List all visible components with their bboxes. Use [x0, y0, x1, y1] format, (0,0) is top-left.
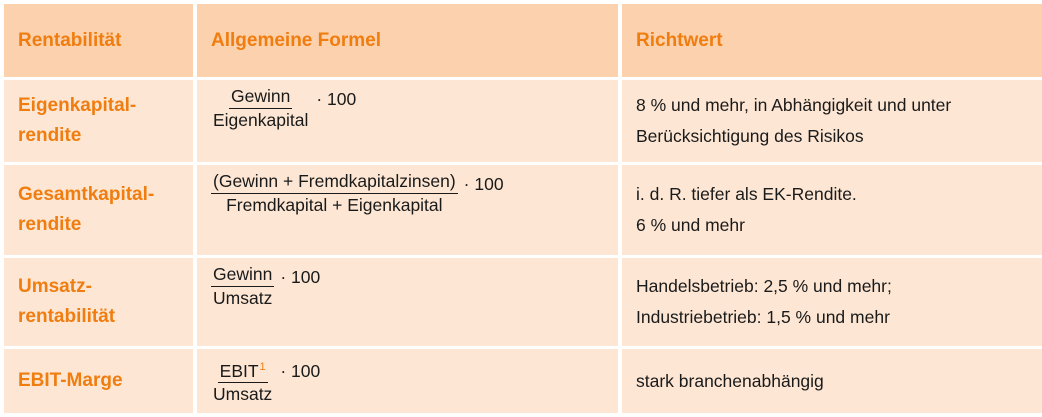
ebit-label: EBIT: [219, 360, 259, 381]
table-row-formula-cell: EBIT1 Umsatz · 100: [197, 346, 618, 413]
fraction-numerator: EBIT1: [217, 357, 268, 384]
table-row-formula-cell: Gewinn Eigenkapital · 100: [197, 77, 618, 162]
header-label-rentabilitaet: Rentabilität: [18, 29, 122, 51]
table-row-richtwert-cell: stark branchenabhängig: [622, 346, 1042, 413]
fraction: (Gewinn + Fremdkapitalzinsen) Fremdkapit…: [211, 171, 458, 216]
header-cell-formel: Allgemeine Formel: [197, 4, 618, 77]
table-row-richtwert-cell: Handelsbetrieb: 2,5 % und mehr; Industri…: [622, 255, 1042, 346]
multiplier: · 100: [316, 89, 357, 109]
metric-name: EBIT-Marge: [18, 370, 123, 391]
table-row-richtwert-cell: i. d. R. tiefer als EK-Rendite. 6 % und …: [622, 162, 1042, 255]
table-row-richtwert-cell: 8 % und mehr, in Abhängigkeit und unter …: [622, 77, 1042, 162]
richtwert-text: 8 % und mehr, in Abhängigkeit und unter …: [636, 95, 952, 146]
fraction-numerator: (Gewinn + Fremdkapitalzinsen): [211, 171, 458, 194]
formula: EBIT1 Umsatz · 100: [211, 357, 320, 406]
fraction: Gewinn Umsatz: [211, 264, 275, 309]
fraction: EBIT1 Umsatz: [211, 357, 274, 406]
fraction-denominator: Fremdkapital + Eigenkapital: [226, 195, 443, 215]
formula: Gewinn Eigenkapital · 100: [211, 86, 356, 131]
richtwert-text: stark branchenabhängig: [636, 370, 824, 391]
fraction: Gewinn Eigenkapital: [211, 86, 310, 131]
table-row-name-cell: Umsatz- rentabilität: [4, 255, 193, 346]
fraction-denominator: Umsatz: [213, 384, 273, 405]
header-label-formel: Allgemeine Formel: [211, 29, 381, 51]
rentabilitaet-table: Rentabilität Allgemeine Formel Richtwert…: [4, 4, 1042, 413]
fraction-numerator: Gewinn: [211, 264, 275, 287]
header-cell-richtwert: Richtwert: [622, 4, 1042, 77]
table-row-name-cell: Gesamtkapital- rendite: [4, 162, 193, 255]
richtwert-text: Handelsbetrieb: 2,5 % und mehr; Industri…: [636, 276, 892, 327]
formula: Gewinn Umsatz · 100: [211, 264, 320, 309]
formula: (Gewinn + Fremdkapitalzinsen) Fremdkapit…: [211, 171, 504, 216]
table-row-name-cell: EBIT-Marge: [4, 346, 193, 413]
fraction-denominator: Umsatz: [213, 288, 273, 308]
richtwert-text: i. d. R. tiefer als EK-Rendite. 6 % und …: [636, 184, 857, 235]
table-row-name-cell: Eigenkapital- rendite: [4, 77, 193, 162]
fraction-numerator: Gewinn: [229, 86, 293, 109]
table-row-formula-cell: Gewinn Umsatz · 100: [197, 255, 618, 346]
header-cell-rentabilitaet: Rentabilität: [4, 4, 193, 77]
multiplier: · 100: [280, 267, 321, 287]
metric-name: Gesamtkapital- rendite: [18, 184, 155, 235]
header-label-richtwert: Richtwert: [636, 29, 723, 51]
metric-name: Eigenkapital- rendite: [18, 95, 137, 146]
multiplier: · 100: [463, 174, 504, 194]
metric-name: Umsatz- rentabilität: [18, 276, 116, 327]
table-row-formula-cell: (Gewinn + Fremdkapitalzinsen) Fremdkapit…: [197, 162, 618, 255]
footnote-marker: 1: [259, 360, 266, 373]
multiplier: · 100: [280, 361, 321, 382]
fraction-denominator: Eigenkapital: [213, 110, 309, 130]
